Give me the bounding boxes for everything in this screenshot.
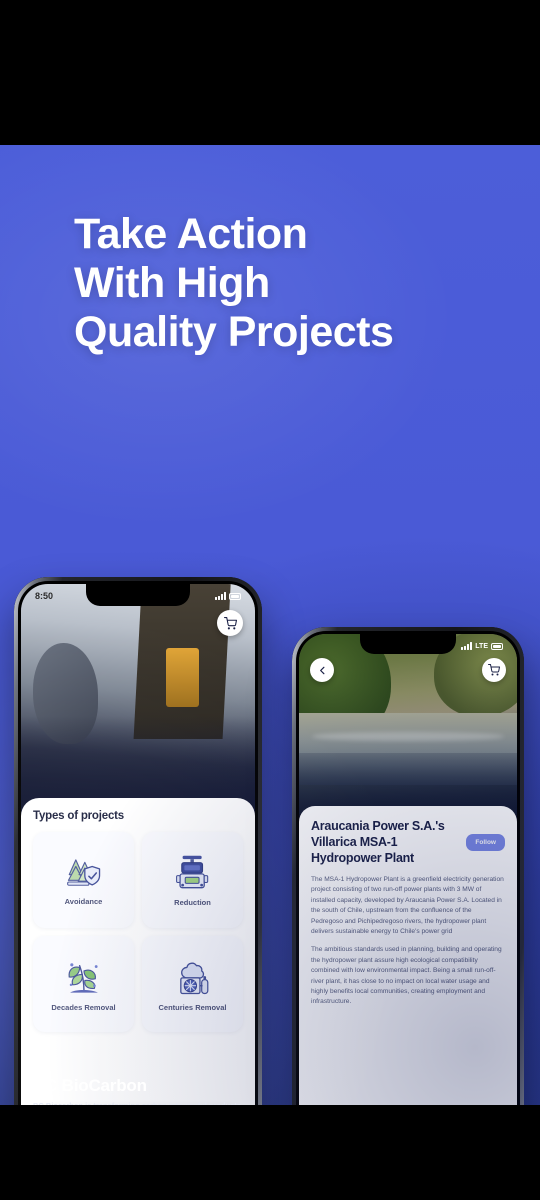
- page-title: Take Action With High Quality Projects: [74, 210, 494, 357]
- status-bar-right: LTE: [299, 634, 517, 656]
- status-time: 8:50: [35, 591, 54, 601]
- project-description-paragraph: The MSA-1 Hydropower Plant is a greenfie…: [311, 876, 504, 936]
- project-type-label: Reduction: [174, 897, 211, 907]
- status-bar-left: 8:50: [21, 584, 255, 606]
- project-type-label: Decades Removal: [51, 1002, 116, 1012]
- signal-bars-icon: [461, 642, 473, 650]
- phone-viewport-right: LTE Araucania Power S.A.'s Villarica MSA…: [299, 634, 517, 1105]
- follow-button[interactable]: Follow: [466, 834, 505, 851]
- project-detail-title: Araucania Power S.A.'s Villarica MSA-1 H…: [311, 819, 445, 865]
- promo-panel: Take Action With High Quality Projects 8…: [0, 145, 540, 1105]
- sheet-title: Types of projects: [33, 810, 124, 822]
- phone-mockup-right: LTE Araucania Power S.A.'s Villarica MSA…: [292, 627, 524, 1105]
- headline-line-1: Take Action: [74, 210, 308, 258]
- types-of-projects-sheet: Types of projects Avoidance Reduction De…: [21, 798, 255, 1105]
- phone-mockup-left: 8:50 BC BioCarbon Types of projects Avoi…: [14, 577, 262, 1105]
- battery-icon: [229, 592, 241, 600]
- headline-line-3: Quality Projects: [74, 308, 394, 357]
- chevron-left-icon: [319, 666, 324, 674]
- network-label: LTE: [475, 642, 488, 650]
- project-title: BC BioCarbon: [33, 1076, 147, 1095]
- shopping-cart-icon[interactable]: [482, 658, 506, 682]
- project-type-centuries-removal[interactable]: Centuries Removal: [142, 936, 243, 1032]
- project-type-reduction[interactable]: Reduction: [142, 832, 243, 928]
- promo-screenshot: Take Action With High Quality Projects 8…: [0, 0, 540, 1200]
- carbon-capture-icon: [179, 962, 208, 994]
- project-description-paragraph: The ambitious standards used in planning…: [311, 946, 502, 1006]
- hero-text-block-left: BC BioCarbon BC Biocarbon is transformin…: [33, 1076, 243, 1105]
- project-detail-header: Araucania Power S.A.'s Villarica MSA-1 H…: [311, 818, 505, 866]
- signal-bars-icon: [215, 592, 226, 600]
- project-subtitle: BC Biocarbon is transforming carbon into…: [33, 1101, 243, 1105]
- trees-shield-icon: [66, 858, 100, 886]
- phone-bezel-left: 8:50 BC BioCarbon Types of projects Avoi…: [18, 581, 258, 1105]
- phone-bezel-right: LTE Araucania Power S.A.'s Villarica MSA…: [296, 631, 520, 1105]
- factory-machine-icon: [175, 855, 208, 888]
- phone-viewport-left: 8:50 BC BioCarbon Types of projects Avoi…: [21, 584, 255, 1105]
- battery-icon: [491, 642, 503, 650]
- back-button[interactable]: [310, 658, 334, 682]
- project-type-label: Centuries Removal: [158, 1002, 227, 1012]
- project-type-label: Avoidance: [64, 896, 103, 906]
- plant-leaves-icon: [68, 962, 98, 993]
- project-type-avoidance[interactable]: Avoidance: [33, 832, 134, 928]
- project-detail-sheet: Araucania Power S.A.'s Villarica MSA-1 H…: [299, 806, 517, 1105]
- project-type-decades-removal[interactable]: Decades Removal: [33, 936, 134, 1032]
- headline-line-2: With High: [74, 259, 270, 308]
- project-type-grid: Avoidance Reduction Decades Removal Cent…: [33, 832, 243, 1032]
- shopping-cart-icon[interactable]: [217, 610, 243, 636]
